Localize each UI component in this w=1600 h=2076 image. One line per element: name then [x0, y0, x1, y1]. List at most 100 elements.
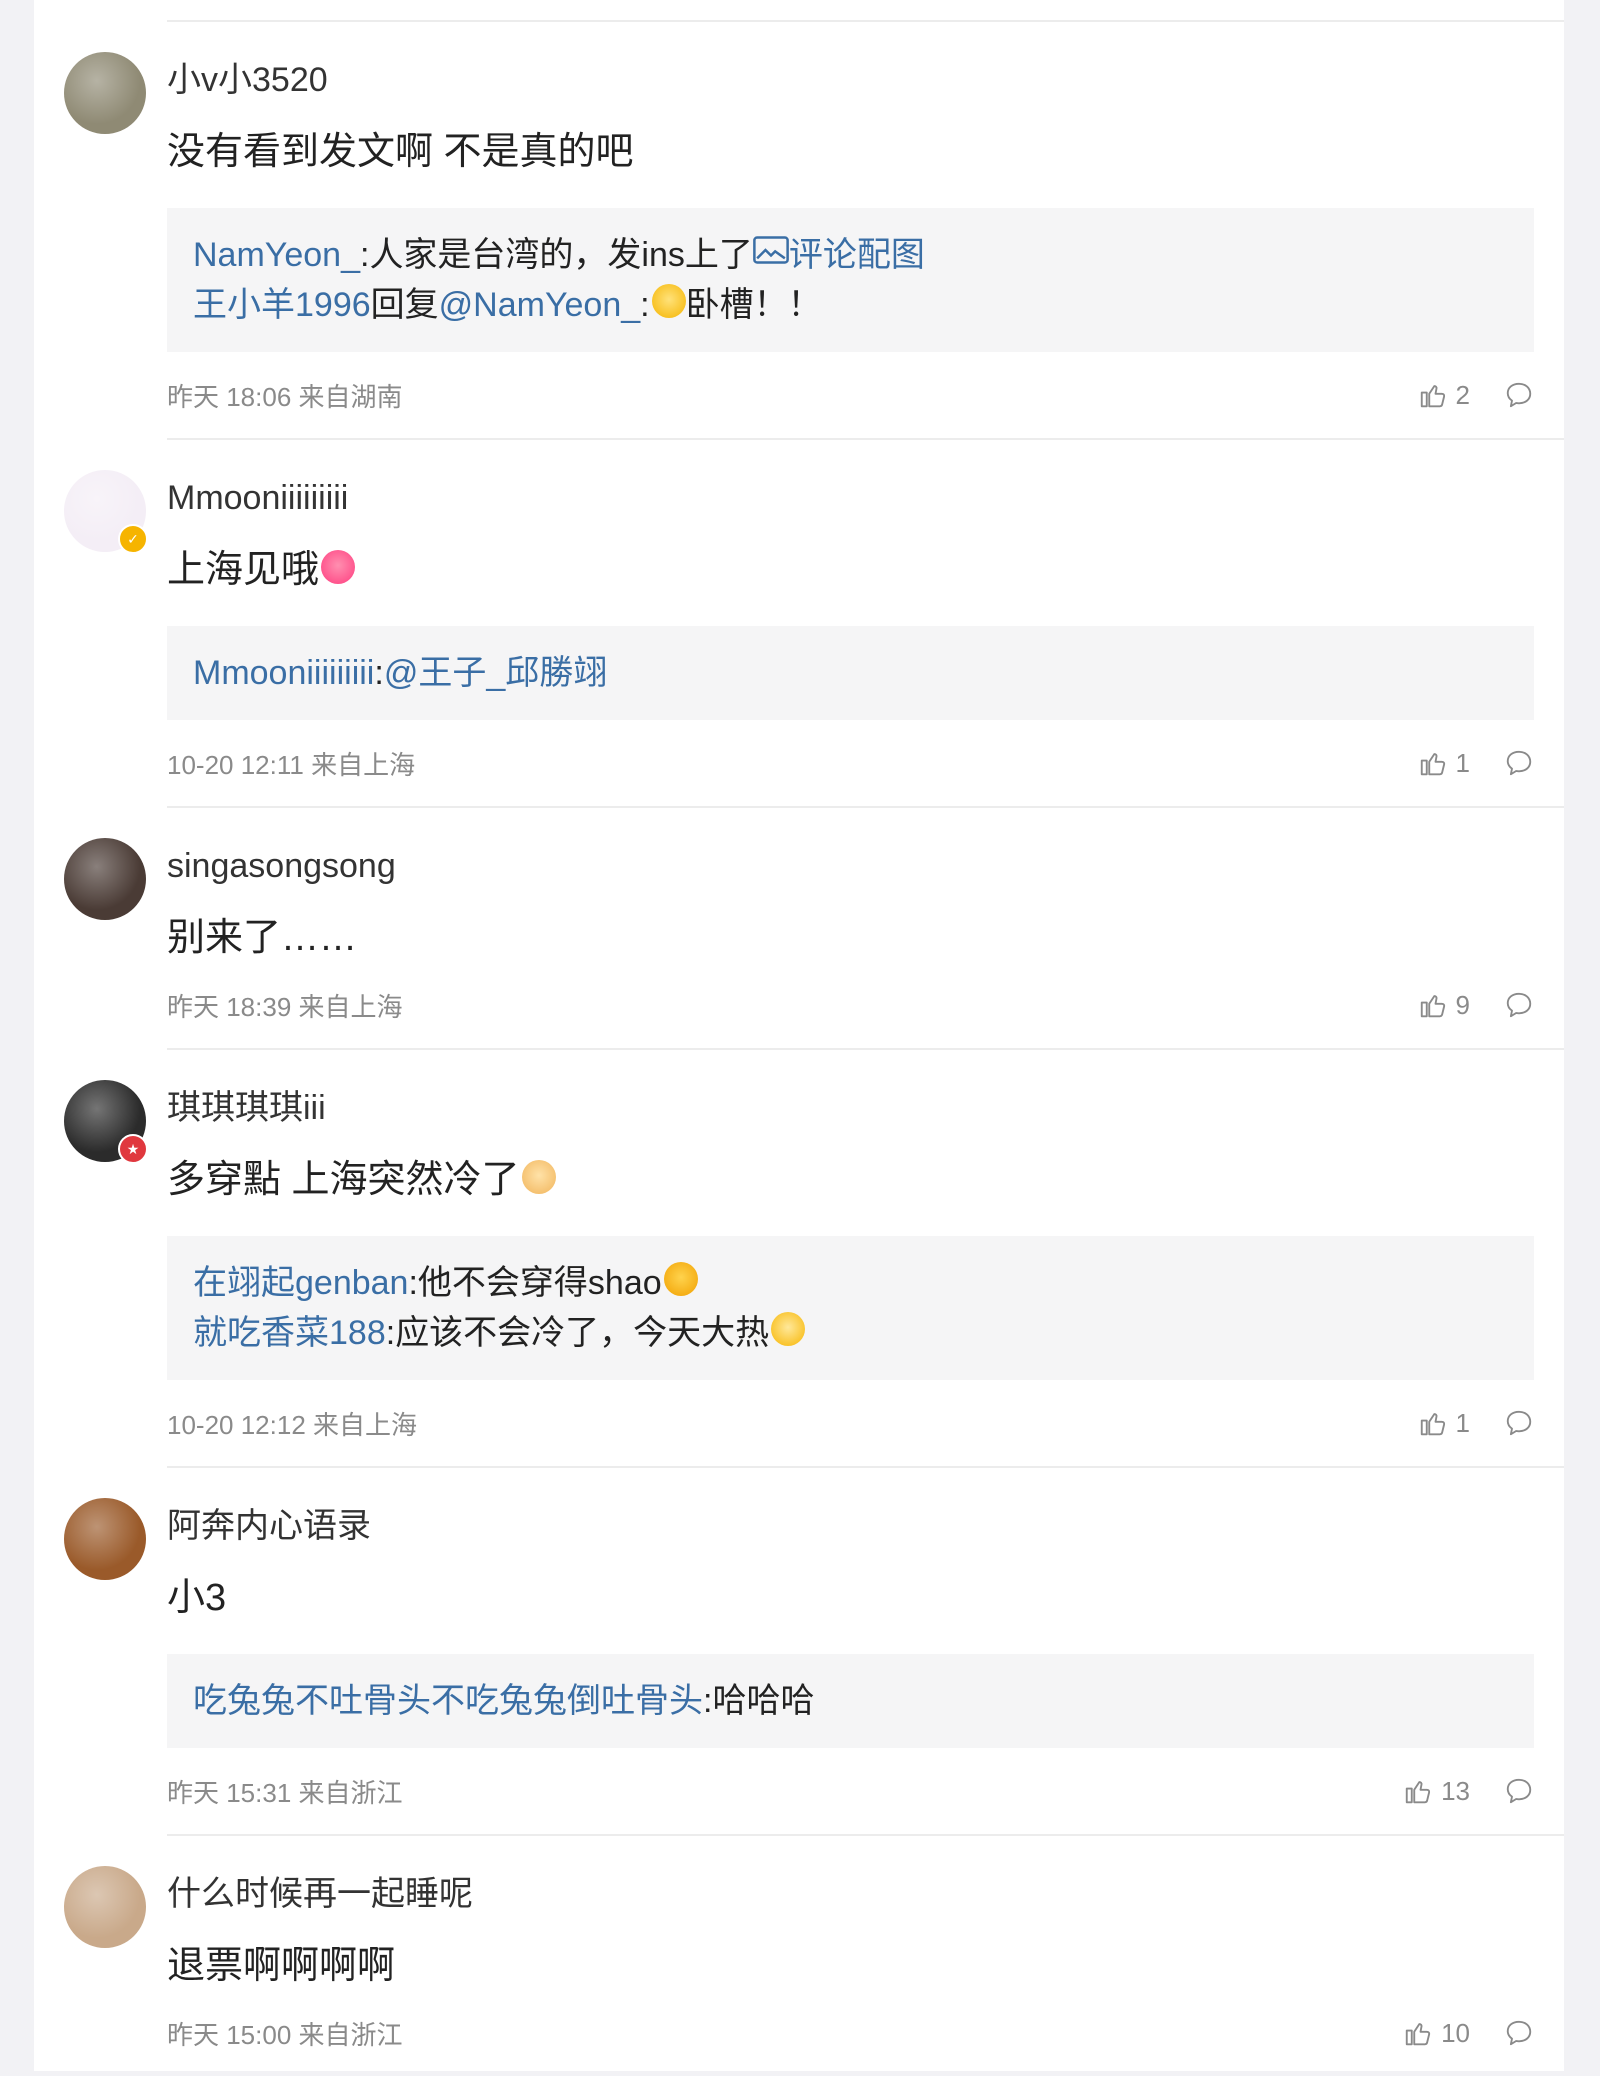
reply-line: 吃兔兔不吐骨头不吃兔兔倒吐骨头:哈哈哈 — [193, 1676, 1508, 1726]
like-button[interactable]: 2 — [1418, 380, 1470, 411]
reply-preview[interactable]: NamYeon_:人家是台湾的，发ins上了 评论配图 王小羊1996回复@NamY… — [167, 208, 1534, 352]
username[interactable]: 琪琪琪琪iii — [167, 1050, 1534, 1130]
like-button[interactable]: 9 — [1418, 990, 1470, 1021]
comment-image-link[interactable]: 评论配图 — [753, 236, 925, 274]
mention-link[interactable]: @王子_邱勝翊 — [384, 654, 607, 692]
username[interactable]: 阿奔内心语录 — [167, 1468, 1534, 1548]
comment-text: 上海见哦 — [167, 546, 1534, 594]
like-count: 2 — [1455, 379, 1470, 410]
reply-text: 卧槽！！ — [685, 286, 822, 324]
reply-button[interactable] — [1504, 1776, 1534, 1806]
avatar[interactable]: ✓ — [64, 470, 148, 554]
comment-location: 来自浙江 — [298, 1777, 403, 1808]
reply-text: 哈哈哈 — [712, 1682, 815, 1720]
avatar[interactable] — [64, 52, 146, 134]
comment-text: 小3 — [167, 1574, 1534, 1622]
avatar[interactable] — [64, 1498, 146, 1580]
timestamp: 10-20 12:12 来自上海 — [167, 1405, 417, 1442]
reply-button[interactable] — [1504, 2018, 1534, 2048]
comment-bubble-icon — [1506, 1410, 1532, 1436]
comment-item: 阿奔内心语录小3 吃兔兔不吐骨头不吃兔兔倒吐骨头:哈哈哈昨天 15:31 来自浙江… — [64, 1466, 1564, 1834]
avatar-image — [64, 1866, 146, 1948]
comment-meta: 昨天 15:00 来自浙江 10 — [167, 1998, 1534, 2076]
avatar-image — [64, 52, 146, 134]
timestamp: 昨天 18:06 来自湖南 — [167, 377, 403, 414]
comment-location: 来自湖南 — [298, 381, 403, 412]
avatar[interactable]: ★ — [64, 1080, 148, 1164]
comment-text-body: 多穿點 上海突然冷了 — [167, 1159, 520, 1201]
reply-button[interactable] — [1504, 1408, 1534, 1438]
reply-preview[interactable]: 吃兔兔不吐骨头不吃兔兔倒吐骨头:哈哈哈 — [167, 1654, 1534, 1748]
like-button[interactable]: 1 — [1418, 1408, 1470, 1439]
like-count: 9 — [1455, 989, 1470, 1020]
comment-meta: 10-20 12:12 来自上海 1 — [167, 1388, 1534, 1466]
like-button[interactable]: 13 — [1403, 1776, 1470, 1807]
image-icon — [753, 236, 789, 264]
comment-bubble-icon — [1506, 2020, 1532, 2046]
comment-actions: 13 — [1403, 1776, 1534, 1807]
comment-time: 10-20 12:11 — [167, 749, 304, 780]
avatar[interactable] — [64, 1866, 146, 1948]
thumbs-up-icon — [1405, 1781, 1431, 1804]
reply-line: 王小羊1996回复@NamYeon_: 卧槽！！ — [193, 280, 1508, 330]
comment-time: 昨天 15:31 — [167, 1777, 292, 1808]
comment-time: 昨天 18:39 — [167, 991, 292, 1022]
like-button[interactable]: 1 — [1418, 748, 1470, 779]
comment-item: 什么时候再一起睡呢退票啊啊啊啊昨天 15:00 来自浙江 10 — [64, 1834, 1564, 2076]
reply-button[interactable] — [1504, 748, 1534, 778]
comment-item: singasongsong 别来了…… 昨天 18:39 来自上海 9 — [64, 806, 1564, 1048]
comment-time: 昨天 18:06 — [167, 381, 292, 412]
mention-link[interactable]: @NamYeon_ — [439, 286, 641, 324]
comment-text-body: 没有看到发文啊 不是真的吧 — [167, 131, 634, 173]
reply-separator: : — [374, 654, 384, 692]
thumbs-up-icon — [1420, 995, 1445, 1018]
reply-author-link[interactable]: 王小羊1996 — [193, 286, 371, 324]
reply-line: NamYeon_:人家是台湾的，发ins上了 评论配图 — [193, 230, 1508, 280]
comment-time: 昨天 15:00 — [167, 2019, 292, 2050]
comment-location: 来自浙江 — [298, 2019, 403, 2050]
reply-author-link[interactable]: 在翊起genban — [193, 1264, 408, 1302]
comment-bubble-icon — [1506, 750, 1532, 776]
reply-separator: : — [385, 1314, 396, 1352]
member-badge-icon: ★ — [118, 1134, 148, 1164]
like-count: 1 — [1455, 1407, 1470, 1438]
comment-meta: 昨天 15:31 来自浙江 13 — [167, 1756, 1534, 1834]
reply-preview[interactable]: Mmooniiiiiiiii:@王子_邱勝翊 — [167, 626, 1534, 720]
reply-preview[interactable]: 在翊起genban:他不会穿得shao 就吃香菜188:应该不会冷了，今天大热 — [167, 1236, 1534, 1380]
reply-author-link[interactable]: 就吃香菜188 — [193, 1314, 386, 1352]
heart-eyes-emoji — [663, 1262, 698, 1296]
reply-author-link[interactable]: NamYeon_ — [193, 236, 360, 274]
reply-author-link[interactable]: 吃兔兔不吐骨头不吃兔兔倒吐骨头 — [193, 1682, 703, 1720]
comment-text: 别来了…… — [167, 914, 1534, 962]
username[interactable]: 什么时候再一起睡呢 — [167, 1836, 1534, 1916]
thumbs-up-icon — [1420, 1413, 1445, 1436]
reply-button[interactable] — [1504, 380, 1534, 410]
reply-separator: : — [408, 1264, 418, 1302]
reply-author-link[interactable]: Mmooniiiiiiiii — [193, 654, 374, 692]
comment-text-body: 上海见哦 — [167, 549, 320, 591]
comment-meta: 昨天 18:39 来自上海 9 — [167, 970, 1534, 1048]
comment-text: 退票啊啊啊啊 — [167, 1942, 1534, 1990]
username[interactable]: Mmooniiiiiiiii — [167, 440, 1534, 520]
reply-text: 他不会穿得shao — [417, 1264, 662, 1302]
like-button[interactable]: 10 — [1403, 2018, 1470, 2049]
reply-line: 就吃香菜188:应该不会冷了，今天大热 — [193, 1308, 1508, 1358]
comment-actions: 10 — [1403, 2018, 1534, 2049]
comment-text-body: 别来了…… — [167, 917, 358, 959]
username[interactable]: singasongsong — [167, 808, 1534, 888]
comment-text: 多穿點 上海突然冷了 — [167, 1156, 1534, 1204]
heart-face-emoji — [321, 550, 356, 584]
username[interactable]: 小v小3520 — [167, 22, 1534, 102]
avatar-image — [64, 1498, 146, 1580]
like-count: 1 — [1455, 747, 1470, 778]
reply-text: 人家是台湾的，发ins上了 — [369, 236, 753, 274]
reply-text: 应该不会冷了，今天大热 — [395, 1314, 770, 1352]
comment-feed-card: 小v小3520 没有看到发文啊 不是真的吧 NamYeon_:人家是台湾的，发ins… — [34, 0, 1564, 2071]
comment-actions: 1 — [1418, 748, 1534, 779]
reply-separator: : — [640, 286, 650, 324]
comment-meta: 10-20 12:11 来自上海 1 — [167, 728, 1534, 806]
comment-actions: 2 — [1418, 380, 1534, 411]
avatar[interactable] — [64, 838, 146, 920]
comment-location: 来自上海 — [298, 991, 403, 1022]
reply-button[interactable] — [1504, 990, 1534, 1020]
